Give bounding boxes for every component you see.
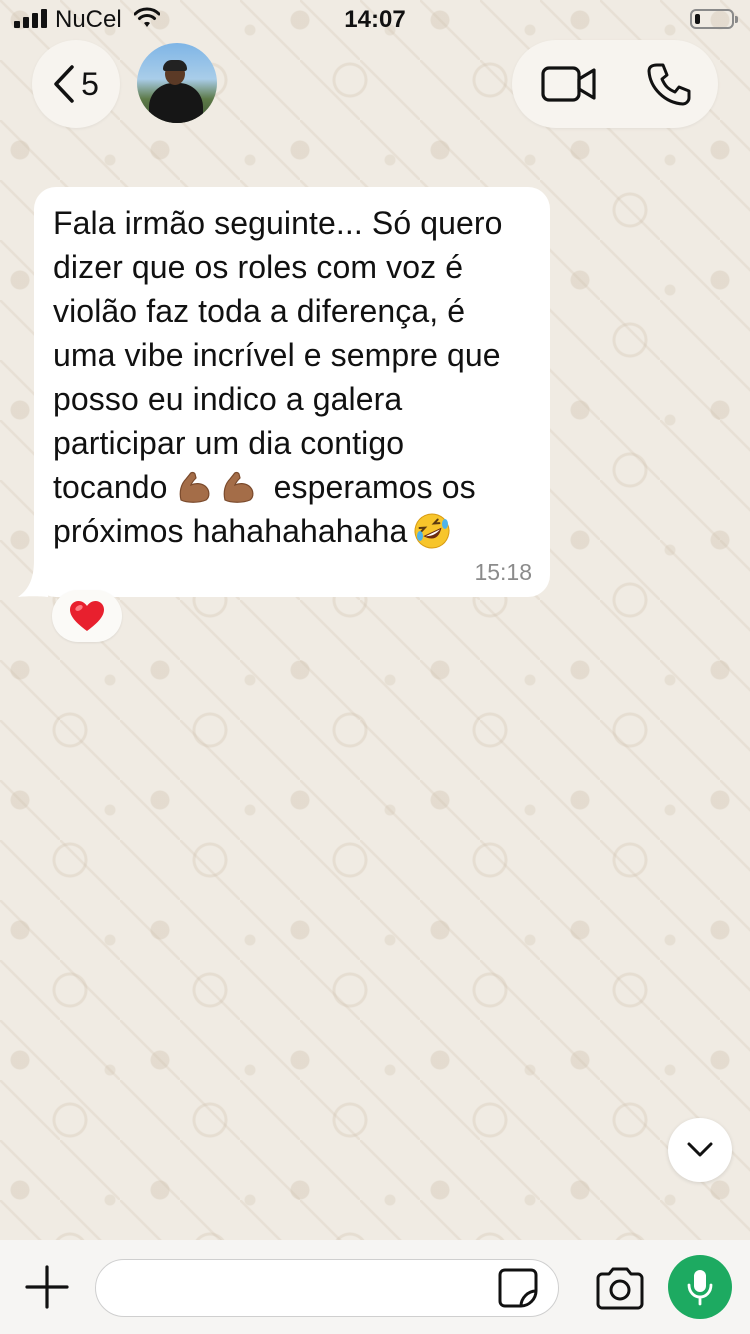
message-text: Fala irmão seguinte... Só quero dizer qu…	[53, 201, 532, 553]
video-call-icon	[541, 66, 596, 102]
rolling-laughing-icon	[414, 513, 450, 549]
message-timestamp: 15:18	[474, 559, 532, 585]
plus-icon[interactable]	[22, 1262, 72, 1312]
microphone-icon	[687, 1270, 713, 1306]
unread-count: 5	[81, 65, 99, 102]
video-call-button[interactable]	[524, 40, 614, 128]
chevron-left-icon	[54, 65, 74, 103]
flexed-biceps-icon	[179, 471, 210, 503]
microphone-button[interactable]	[668, 1255, 732, 1319]
flexed-biceps-icon	[223, 471, 254, 503]
status-time: 14:07	[344, 6, 406, 33]
contact-avatar[interactable]	[137, 43, 217, 123]
scroll-to-bottom-button[interactable]	[668, 1118, 732, 1182]
message-composer	[0, 1240, 750, 1334]
battery-icon	[690, 9, 738, 29]
chevron-down-icon	[687, 1142, 713, 1157]
message-input[interactable]	[95, 1259, 559, 1317]
status-bar: NuCel 14:07	[0, 0, 750, 40]
voice-call-button[interactable]	[624, 40, 714, 128]
heart-icon	[70, 601, 104, 631]
phone-icon	[647, 63, 691, 106]
sticker-icon[interactable]	[497, 1267, 539, 1309]
message-reaction[interactable]	[52, 590, 122, 642]
incoming-message-bubble[interactable]: Fala irmão seguinte... Só quero dizer qu…	[34, 187, 550, 597]
call-actions	[512, 40, 718, 128]
back-button[interactable]: 5	[32, 40, 120, 128]
camera-icon[interactable]	[594, 1266, 646, 1310]
